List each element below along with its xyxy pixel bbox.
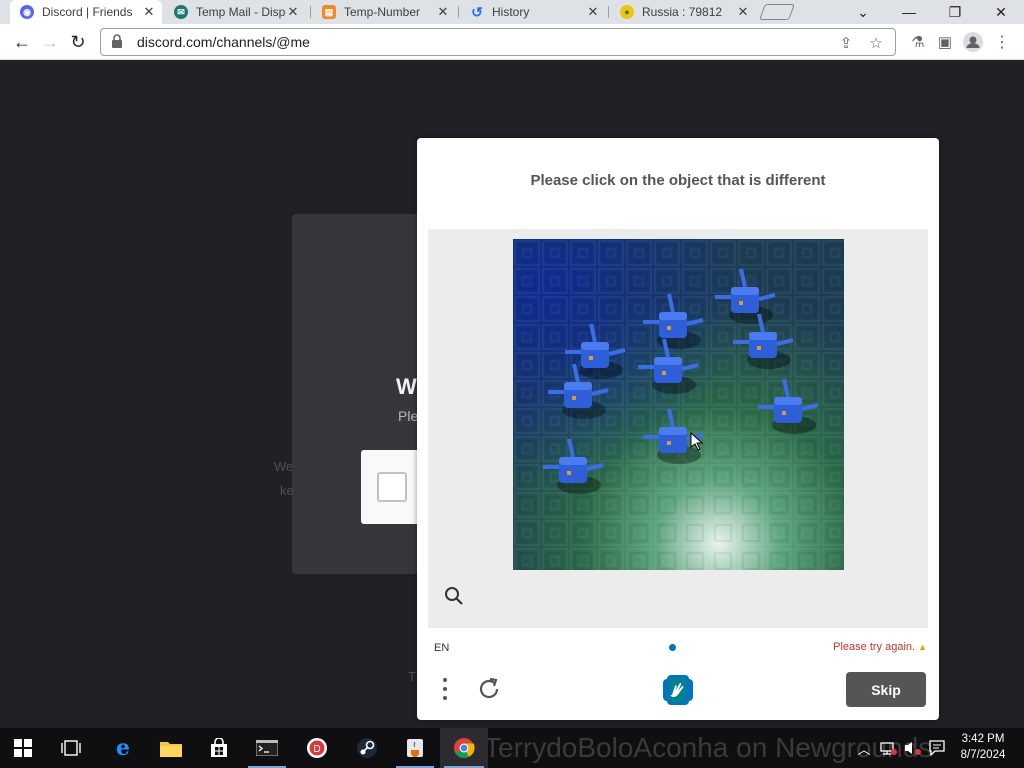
share-icon[interactable]: ⇪	[835, 32, 857, 54]
network-icon[interactable]	[878, 728, 900, 768]
warning-icon: ▲	[918, 642, 927, 652]
hcaptcha-checkbox[interactable]	[377, 472, 407, 502]
tab-title: History	[492, 5, 530, 19]
tab-title: Temp-Number	[344, 5, 421, 19]
clock-time: 3:42 PM	[961, 733, 1005, 745]
captcha-image[interactable]	[513, 239, 844, 570]
temp-number-icon: ▤	[322, 5, 336, 19]
close-tab-icon[interactable]: ✕	[436, 4, 450, 20]
tab-separator	[310, 6, 311, 18]
url-text: discord.com/channels/@me	[137, 34, 310, 50]
discord-side-text: ke	[280, 483, 294, 498]
hcaptcha-logo-icon	[661, 673, 695, 707]
close-tab-icon[interactable]: ✕	[286, 4, 300, 20]
captcha-menu-icon[interactable]	[435, 675, 455, 703]
close-tab-icon[interactable]: ✕	[736, 4, 750, 20]
minimize-icon[interactable]: —	[886, 0, 932, 24]
history-icon: ↺	[471, 3, 483, 20]
new-tab-button[interactable]	[759, 4, 795, 20]
tab-discord[interactable]: ◉ Discord | Friends ✕	[10, 0, 162, 24]
terminal-icon[interactable]	[244, 728, 290, 768]
tab-temp-mail[interactable]: ✉ Temp Mail - Disposable ✕	[164, 0, 306, 24]
bookmark-star-icon[interactable]: ☆	[865, 32, 887, 54]
captcha-challenge: Please click on the object that is diffe…	[417, 138, 939, 720]
browser-toolbar: ← → ↻ discord.com/channels/@me ⇪ ☆ ⚗ ▣ ⋮	[0, 24, 1024, 60]
close-tab-icon[interactable]: ✕	[142, 4, 156, 20]
captcha-image-panel	[428, 229, 928, 628]
chrome-icon[interactable]	[440, 728, 488, 768]
challenge-progress-dot	[669, 644, 676, 651]
steam-icon[interactable]	[344, 728, 390, 768]
file-explorer-icon[interactable]	[148, 728, 194, 768]
back-icon[interactable]: ←	[10, 30, 34, 54]
red-app-icon[interactable]: D	[294, 728, 340, 768]
lock-icon	[111, 33, 127, 51]
close-tab-icon[interactable]: ✕	[586, 4, 600, 20]
start-icon[interactable]	[0, 728, 46, 768]
language-selector[interactable]: EN	[434, 642, 449, 654]
tab-search-icon[interactable]: ⌄	[840, 0, 886, 24]
tab-title: Temp Mail - Disposable	[196, 5, 286, 19]
captcha-prompt: Please click on the object that is diffe…	[530, 172, 826, 189]
side-panel-icon[interactable]: ▣	[933, 30, 957, 54]
notifications-icon[interactable]	[926, 728, 948, 768]
russia-site-icon: ●	[620, 5, 634, 19]
discord-icon: ◉	[20, 5, 34, 19]
show-hidden-icons[interactable]: ︿	[855, 728, 873, 768]
volume-muted-icon[interactable]	[902, 728, 924, 768]
tab-temp-number[interactable]: ▤ Temp-Number ✕	[312, 0, 456, 24]
edge-icon[interactable]: e	[100, 728, 146, 768]
task-view-icon[interactable]	[48, 728, 94, 768]
discord-modal-subtitle: Ple	[398, 408, 419, 424]
address-bar[interactable]: discord.com/channels/@me ⇪ ☆	[100, 28, 896, 56]
windows-taskbar: TerrydoBoloAconha on Newgrounds e D ︿ 3:…	[0, 728, 1024, 768]
forward-icon[interactable]: →	[38, 30, 62, 54]
tab-separator	[608, 6, 609, 18]
clock-date: 8/7/2024	[960, 749, 1006, 761]
reload-icon[interactable]: ↻	[66, 30, 90, 54]
extensions-icon[interactable]: ⚗	[906, 30, 930, 54]
browser-menu-icon[interactable]: ⋮	[990, 30, 1014, 54]
error-text: Please try again.	[833, 641, 916, 653]
tab-title: Discord | Friends	[42, 5, 133, 19]
tab-separator	[458, 6, 459, 18]
java-icon[interactable]	[392, 728, 438, 768]
zoom-icon[interactable]	[444, 586, 466, 608]
temp-mail-icon: ✉	[174, 5, 188, 19]
tab-title: Russia : 79812	[642, 5, 723, 19]
captcha-error: Please try again. ▲	[833, 641, 927, 653]
store-icon[interactable]	[196, 728, 242, 768]
close-window-icon[interactable]: ✕	[978, 0, 1024, 24]
tab-russia[interactable]: ● Russia : 79812 ✕	[610, 0, 756, 24]
profile-avatar[interactable]	[961, 30, 985, 54]
restore-icon[interactable]: ❐	[932, 0, 978, 24]
svg-text:D: D	[313, 744, 320, 755]
discord-side-text: We	[274, 459, 294, 474]
refresh-icon[interactable]	[476, 676, 504, 704]
skip-button[interactable]: Skip	[846, 672, 926, 707]
discord-footer-text: T	[408, 669, 416, 684]
tab-strip: ◉ Discord | Friends ✕ ✉ Temp Mail - Disp…	[0, 0, 1024, 24]
tab-history[interactable]: ↺ History ✕	[460, 0, 606, 24]
discord-modal-title: W	[396, 374, 417, 399]
system-clock[interactable]: 3:42 PM 8/7/2024	[954, 731, 1012, 763]
